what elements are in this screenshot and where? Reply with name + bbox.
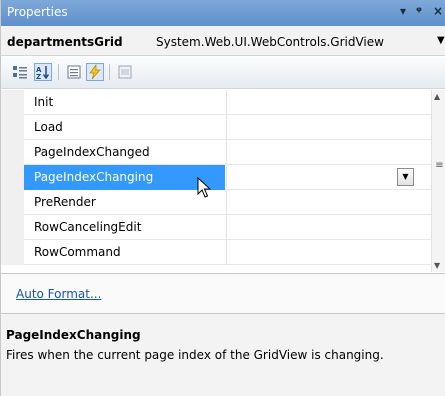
scroll-up-icon[interactable]: ▲ [434, 92, 440, 101]
chevron-down-icon: ▼ [402, 172, 409, 181]
table-row[interactable]: Load [1, 115, 431, 140]
toolbar-separator [58, 64, 59, 80]
commands-pane: Auto Format... [1, 273, 445, 313]
event-name[interactable]: Load [24, 115, 225, 140]
properties-window: Properties ▾ ᵠ × departmentsGrid System.… [0, 0, 445, 396]
event-name[interactable]: PreRender [24, 190, 225, 215]
description-pane: PageIndexChanging Fires when the current… [1, 313, 445, 396]
table-row[interactable]: RowCancelingEdit [1, 215, 431, 240]
table-row[interactable]: PreRender [1, 190, 431, 215]
event-name[interactable]: PageIndexChanging [24, 165, 225, 190]
property-pages-icon[interactable] [116, 63, 134, 81]
event-value[interactable]: ▼ [226, 165, 431, 190]
property-grid: Init Load PageIndexChanged PageIndexChan… [1, 90, 431, 272]
categorized-icon[interactable] [11, 63, 29, 81]
event-value[interactable] [226, 240, 431, 265]
row-gutter [1, 115, 24, 140]
row-gutter [1, 190, 24, 215]
alphabetical-icon[interactable]: A Z [34, 63, 52, 81]
events-icon[interactable] [86, 63, 104, 81]
table-row[interactable]: Init [1, 90, 431, 115]
row-gutter [1, 240, 24, 265]
object-name: departmentsGrid [7, 35, 123, 49]
event-value[interactable] [226, 140, 431, 165]
event-name[interactable]: RowCommand [24, 240, 225, 265]
scroll-down-icon[interactable]: ▼ [434, 261, 440, 270]
event-dropdown-button[interactable]: ▼ [397, 168, 414, 186]
event-name[interactable]: Init [24, 90, 225, 115]
window-menu-icon[interactable]: ▾ [400, 4, 406, 18]
row-gutter [1, 215, 24, 240]
event-value[interactable] [226, 90, 431, 115]
row-gutter [1, 165, 24, 190]
pin-icon[interactable]: ᵠ [416, 4, 422, 18]
close-icon[interactable]: × [433, 4, 443, 18]
title-bar[interactable]: Properties ▾ ᵠ × [1, 0, 445, 26]
event-value[interactable] [226, 190, 431, 215]
properties-toolbar: A Z [1, 57, 445, 89]
event-name[interactable]: PageIndexChanged [24, 140, 225, 165]
table-row[interactable]: PageIndexChanged [1, 140, 431, 165]
description-text: Fires when the current page index of the… [6, 348, 384, 362]
table-row-selected[interactable]: PageIndexChanging ▼ [1, 165, 431, 190]
object-type: System.Web.UI.WebControls.GridView [156, 35, 384, 49]
scroll-thumb[interactable]: ≡ [435, 146, 444, 186]
chevron-down-icon[interactable]: ▼ [437, 35, 445, 46]
properties-icon[interactable] [65, 63, 83, 81]
event-name[interactable]: RowCancelingEdit [24, 215, 225, 240]
object-selector[interactable]: departmentsGrid System.Web.UI.WebControl… [1, 26, 445, 56]
auto-format-link[interactable]: Auto Format... [16, 287, 101, 301]
window-title: Properties [7, 5, 68, 19]
description-title: PageIndexChanging [6, 328, 141, 342]
mouse-pointer-icon [197, 176, 212, 202]
table-row[interactable]: RowCommand [1, 240, 431, 265]
vertical-scrollbar[interactable]: ▲ ≡ ▼ [431, 90, 445, 272]
event-value[interactable] [226, 215, 431, 240]
event-value[interactable] [226, 115, 431, 140]
row-gutter [1, 90, 24, 115]
svg-text:Z: Z [36, 73, 41, 80]
toolbar-separator [109, 64, 110, 80]
row-gutter [1, 140, 24, 165]
